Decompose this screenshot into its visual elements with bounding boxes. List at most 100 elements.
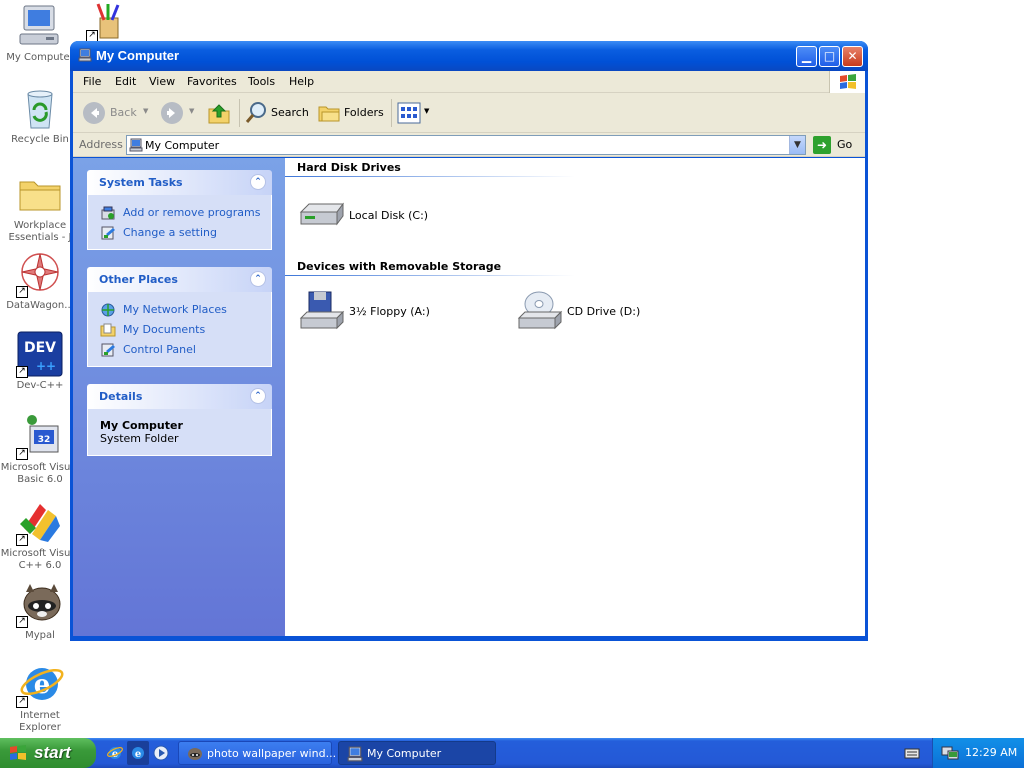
my-computer-icon bbox=[129, 138, 143, 152]
menu-tools[interactable]: Tools bbox=[248, 75, 275, 88]
my-computer-icon bbox=[16, 2, 64, 50]
menu-view[interactable]: View bbox=[149, 75, 175, 88]
taskbar: start e e photo wallpaper wind... My Com… bbox=[0, 738, 1024, 768]
back-dropdown-icon: ▼ bbox=[143, 107, 149, 115]
search-button[interactable]: Search bbox=[245, 101, 309, 125]
desktop-icon-paint[interactable]: ↗ bbox=[76, 2, 136, 42]
desktop-icon-label: Microsoft Visual Basic 6.0 bbox=[0, 462, 80, 485]
hard-disk-drives-header: Hard Disk Drives bbox=[297, 161, 401, 174]
start-button[interactable]: start bbox=[0, 738, 96, 768]
svg-text:DEV: DEV bbox=[24, 340, 56, 356]
menu-help[interactable]: Help bbox=[289, 75, 314, 88]
desktop-icon-mypal[interactable]: ↗ Mypal bbox=[0, 580, 80, 642]
local-disk-c[interactable]: Local Disk (C:) bbox=[297, 192, 437, 240]
title-bar[interactable]: My Computer ▁ □ ✕ bbox=[70, 41, 868, 71]
my-computer-icon bbox=[78, 48, 92, 62]
shortcut-arrow-icon: ↗ bbox=[16, 534, 28, 546]
my-computer-window: My Computer ▁ □ ✕ File Edit View Favorit… bbox=[70, 41, 868, 641]
address-input[interactable]: My Computer ▼ bbox=[126, 135, 806, 155]
desktop-icon-label: Workplace Essentials - J bbox=[8, 220, 72, 243]
svg-text:e: e bbox=[135, 749, 141, 760]
cd-drive-icon bbox=[517, 291, 563, 330]
internet-explorer-icon: e ↗ bbox=[16, 660, 64, 708]
menu-file[interactable]: File bbox=[83, 75, 101, 88]
forward-dropdown-icon: ▼ bbox=[189, 107, 195, 115]
my-documents-link[interactable]: My Documents bbox=[100, 320, 271, 340]
desktop-icon-my-computer[interactable]: My Computer bbox=[0, 2, 80, 64]
network-places-icon bbox=[101, 303, 115, 317]
desktop-icon-visual-basic[interactable]: 32 ↗ Microsoft Visual Basic 6.0 bbox=[0, 412, 80, 486]
desktop-icon-visual-cpp[interactable]: ↗ Microsoft Visual C++ 6.0 bbox=[0, 498, 80, 572]
keyboard-icon[interactable] bbox=[904, 746, 920, 760]
toolbar-separator bbox=[239, 99, 240, 127]
system-tasks-header[interactable]: System Tasks ⌃ bbox=[87, 170, 272, 195]
shortcut-arrow-icon: ↗ bbox=[16, 616, 28, 628]
task-pane: System Tasks ⌃ Add or remove programs Ch… bbox=[73, 158, 285, 636]
task-photo-wallpaper[interactable]: photo wallpaper wind... bbox=[178, 741, 336, 765]
back-button[interactable]: Back ▼ bbox=[81, 101, 149, 125]
group-divider bbox=[285, 176, 575, 177]
maximize-button[interactable]: □ bbox=[819, 46, 840, 67]
add-remove-programs-icon bbox=[101, 206, 115, 220]
removable-storage-header: Devices with Removable Storage bbox=[297, 260, 502, 273]
forward-button[interactable]: ▼ bbox=[159, 101, 199, 125]
content-pane: Hard Disk Drives Local Disk (C:) Devices… bbox=[285, 158, 865, 636]
toolbar: Back ▼ ▼ Search Folders ▼ bbox=[73, 93, 865, 133]
details-header[interactable]: Details ⌃ bbox=[87, 384, 272, 409]
window-title: My Computer bbox=[96, 48, 180, 63]
hard-disk-icon bbox=[299, 202, 344, 226]
details-subtitle: System Folder bbox=[100, 432, 179, 445]
go-button[interactable]: ➜ Go bbox=[811, 135, 859, 155]
add-remove-programs-link[interactable]: Add or remove programs bbox=[100, 203, 271, 223]
address-bar: Address My Computer ▼ ➜ Go bbox=[73, 133, 865, 157]
internet-explorer-icon[interactable]: e bbox=[106, 744, 124, 762]
up-folder-icon bbox=[208, 104, 230, 124]
floppy-drive-a[interactable]: 3½ Floppy (A:) bbox=[297, 288, 437, 336]
menu-bar: File Edit View Favorites Tools Help bbox=[73, 71, 865, 93]
quick-launch-active[interactable]: e bbox=[127, 741, 149, 765]
desktop-icon-label: Recycle Bin bbox=[11, 134, 69, 145]
forward-arrow-icon bbox=[161, 102, 183, 124]
close-button[interactable]: ✕ bbox=[842, 46, 863, 67]
desktop-icon-label: Microsoft Visual C++ 6.0 bbox=[0, 548, 80, 571]
search-icon bbox=[245, 102, 266, 123]
shortcut-arrow-icon: ↗ bbox=[16, 696, 28, 708]
up-folder-button[interactable] bbox=[207, 101, 235, 125]
raccoon-icon bbox=[188, 748, 202, 760]
folders-button[interactable]: Folders bbox=[317, 101, 385, 125]
desktop-icon-dev-cpp[interactable]: DEV ++ ↗ Dev-C++ bbox=[0, 330, 80, 392]
go-arrow-icon: ➜ bbox=[813, 136, 831, 154]
details-name: My Computer bbox=[100, 419, 183, 432]
minimize-button[interactable]: ▁ bbox=[796, 46, 817, 67]
shortcut-arrow-icon: ↗ bbox=[16, 448, 28, 460]
collapse-chevron-icon[interactable]: ⌃ bbox=[250, 388, 266, 404]
control-panel-icon bbox=[101, 343, 115, 357]
address-dropdown-button[interactable]: ▼ bbox=[789, 136, 805, 154]
my-network-places-link[interactable]: My Network Places bbox=[100, 300, 271, 320]
views-button[interactable]: ▼ bbox=[397, 101, 433, 125]
group-divider bbox=[285, 275, 575, 276]
control-panel-link[interactable]: Control Panel bbox=[100, 340, 271, 360]
views-dropdown-icon: ▼ bbox=[424, 107, 430, 115]
collapse-chevron-icon[interactable]: ⌃ bbox=[250, 271, 266, 287]
task-my-computer[interactable]: My Computer bbox=[338, 741, 496, 765]
menu-favorites[interactable]: Favorites bbox=[187, 75, 237, 88]
desktop-icon-label: Internet Explorer bbox=[19, 710, 61, 733]
clock[interactable]: 12:29 AM bbox=[965, 746, 1017, 759]
cd-drive-d[interactable]: CD Drive (D:) bbox=[515, 288, 655, 336]
paint-brushes-icon: ↗ bbox=[86, 2, 126, 42]
other-places-header[interactable]: Other Places ⌃ bbox=[87, 267, 272, 292]
collapse-chevron-icon[interactable]: ⌃ bbox=[250, 174, 266, 190]
back-arrow-icon bbox=[83, 102, 105, 124]
desktop-icon-internet-explorer[interactable]: e ↗ Internet Explorer bbox=[0, 660, 80, 734]
media-player-icon[interactable] bbox=[152, 744, 170, 762]
desktop-icon-workplace-essentials[interactable]: Workplace Essentials - J bbox=[0, 170, 80, 244]
visual-basic-icon: 32 ↗ bbox=[16, 412, 64, 460]
change-setting-link[interactable]: Change a setting bbox=[100, 223, 271, 243]
system-tray: 12:29 AM bbox=[932, 738, 1024, 768]
menu-edit[interactable]: Edit bbox=[115, 75, 136, 88]
desktop-icon-datawagon[interactable]: ↗ DataWagon... bbox=[0, 250, 80, 312]
desktop-icon-recycle-bin[interactable]: Recycle Bin bbox=[0, 84, 80, 146]
shortcut-arrow-icon: ↗ bbox=[16, 366, 28, 378]
network-tray-icon[interactable] bbox=[941, 745, 959, 761]
